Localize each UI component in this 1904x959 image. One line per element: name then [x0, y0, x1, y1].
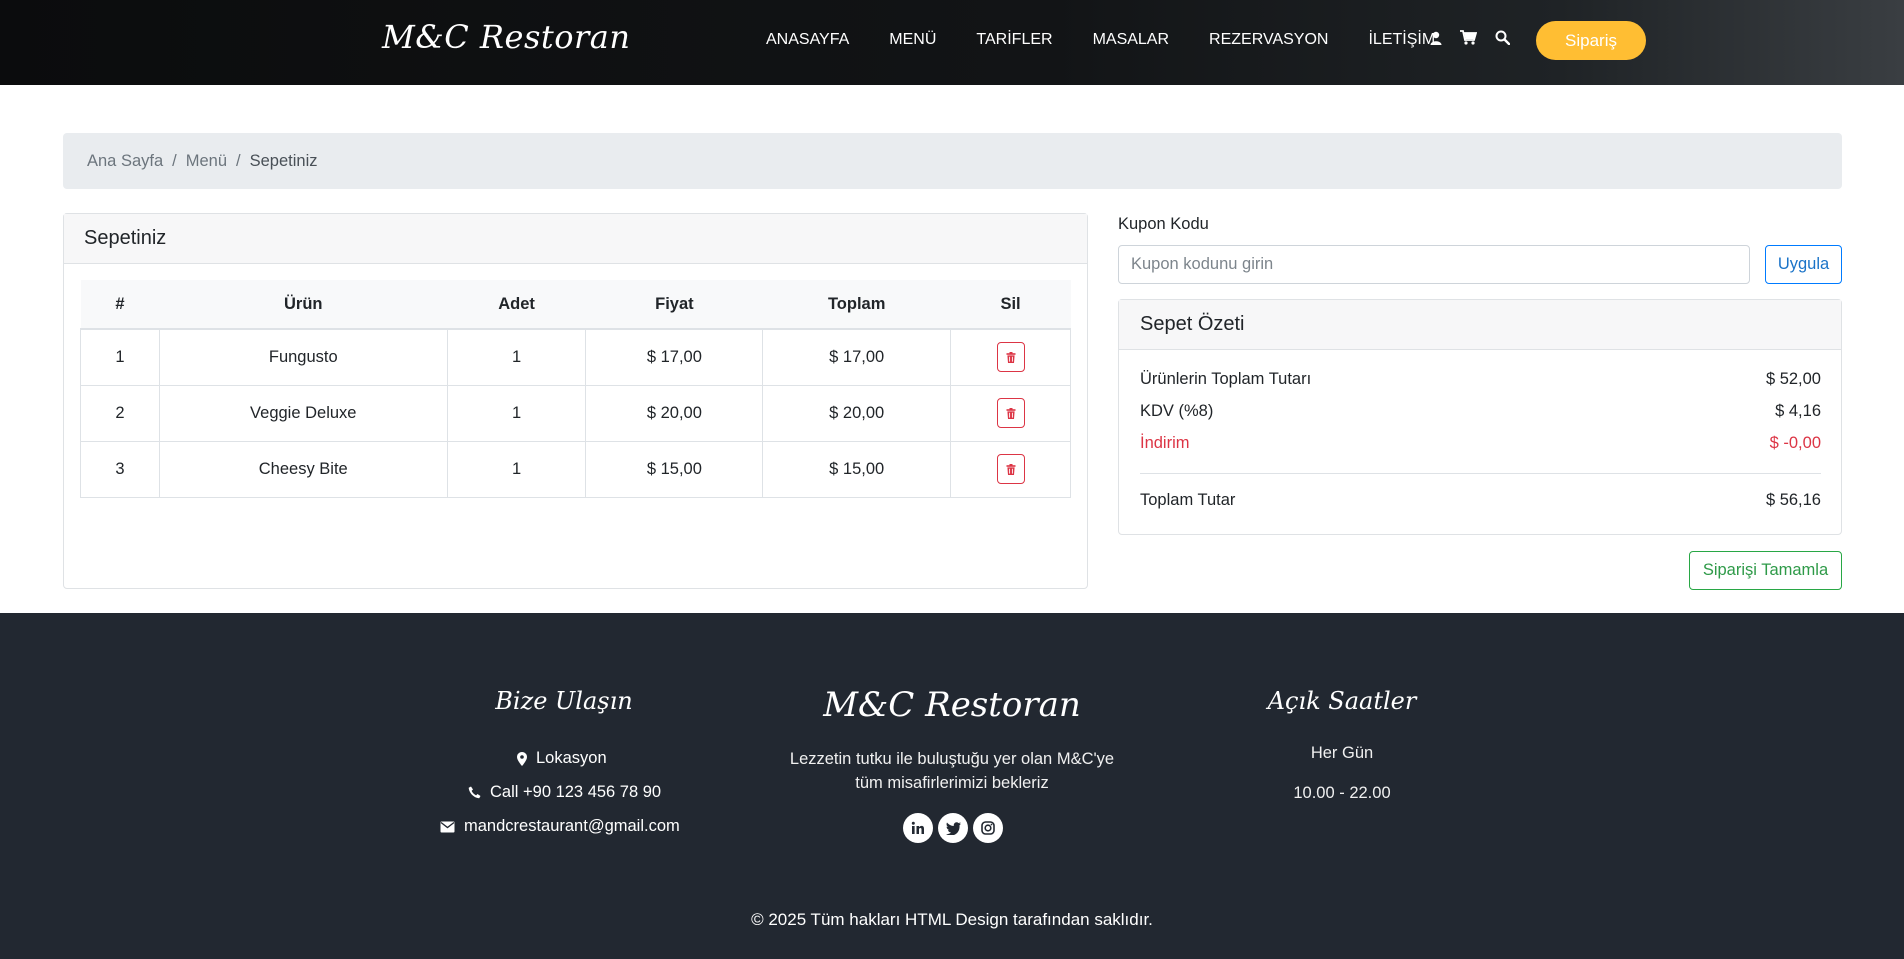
product-qty: 1: [446, 384, 587, 442]
column-header: Adet: [447, 280, 586, 330]
social-links: [903, 813, 1008, 843]
envelope-icon: [440, 821, 455, 832]
main-nav: ANASAYFA MENÜ TARİFLER MASALAR REZERVASY…: [766, 31, 1475, 49]
product-name: Cheesy Bite: [158, 440, 448, 498]
site-logo[interactable]: M&C Restoran: [382, 18, 630, 56]
cart-table-header: # Ürün Adet Fiyat Toplam Sil: [80, 280, 1071, 330]
column-header: Fiyat: [585, 280, 763, 330]
summary-card: Sepet Özeti Ürünlerin Toplam Tutarı $ 52…: [1118, 299, 1842, 535]
vat-value: $ 4,16: [1775, 402, 1821, 420]
column-header: #: [80, 280, 160, 330]
trash-icon: [1006, 351, 1016, 363]
trash-icon: [1006, 463, 1016, 475]
nav-menu[interactable]: MENÜ: [889, 31, 936, 49]
header-icons: [1430, 30, 1528, 45]
search-icon[interactable]: [1495, 30, 1510, 45]
email-link[interactable]: mandcrestaurant@gmail.com: [440, 817, 680, 836]
phone-link[interactable]: Call +90 123 456 78 90: [468, 783, 661, 802]
complete-order-button[interactable]: Siparişi Tamamla: [1689, 551, 1842, 590]
twitter-icon[interactable]: [938, 813, 968, 843]
row-number: 2: [80, 384, 160, 442]
vat-row: KDV (%8) $ 4,16: [1140, 402, 1821, 421]
product-name: Fungusto: [158, 328, 448, 386]
breadcrumb-separator: /: [172, 151, 177, 170]
grand-total-label: Toplam Tutar: [1140, 491, 1236, 509]
nav-recipes[interactable]: TARİFLER: [976, 31, 1052, 49]
email-text: mandcrestaurant@gmail.com: [464, 817, 680, 835]
user-icon[interactable]: [1430, 31, 1442, 45]
trash-icon: [1006, 407, 1016, 419]
table-row: 3 Cheesy Bite 1 $ 15,00 $ 15,00: [80, 440, 1071, 498]
hours-title: Açık Saatler: [1267, 687, 1417, 715]
location-link[interactable]: Lokasyon: [517, 749, 607, 768]
grand-total-value: $ 56,16: [1765, 491, 1821, 509]
product-price: $ 20,00: [585, 384, 764, 442]
hours-days: Her Gün: [1310, 744, 1374, 762]
breadcrumb-current: Sepetiniz: [249, 151, 318, 170]
hours-time: 10.00 - 22.00: [1293, 784, 1391, 802]
grand-total-row: Toplam Tutar $ 56,16: [1140, 491, 1821, 510]
footer-brand: M&C Restoran: [823, 685, 1081, 725]
discount-row: İndirim $ -0,00: [1140, 434, 1821, 453]
contact-title: Bize Ulaşın: [495, 687, 633, 715]
linkedin-icon[interactable]: [903, 813, 933, 843]
cart-icon[interactable]: [1460, 30, 1477, 45]
location-pin-icon: [517, 751, 527, 766]
delete-item-button[interactable]: [996, 398, 1025, 428]
cart-table: # Ürün Adet Fiyat Toplam Sil 1 Fungusto …: [80, 280, 1071, 498]
product-qty: 1: [446, 440, 587, 498]
instagram-icon[interactable]: [973, 813, 1003, 843]
cart-title: Sepetiniz: [64, 214, 1087, 264]
phone-text: Call +90 123 456 78 90: [490, 783, 662, 801]
nav-home[interactable]: ANASAYFA: [766, 31, 849, 49]
nav-tables[interactable]: MASALAR: [1093, 31, 1169, 49]
coupon-label: Kupon Kodu: [1118, 215, 1209, 233]
copyright: © 2025 Tüm hakları HTML Design tarafında…: [751, 910, 1153, 929]
delete-item-button[interactable]: [996, 342, 1025, 373]
coupon-input[interactable]: [1118, 245, 1750, 284]
cart-card: Sepetiniz # Ürün Adet Fiyat Toplam Sil 1…: [63, 213, 1088, 589]
summary-title: Sepet Özeti: [1119, 300, 1841, 350]
column-header: Toplam: [762, 280, 951, 330]
product-qty: 1: [446, 328, 587, 386]
breadcrumb: Ana Sayfa / Menü / Sepetiniz: [63, 133, 1842, 189]
site-header: M&C Restoran ANASAYFA MENÜ TARİFLER MASA…: [0, 0, 1904, 85]
product-name: Veggie Deluxe: [158, 384, 448, 442]
product-total: $ 20,00: [762, 384, 952, 442]
summary-divider: [1140, 473, 1821, 474]
phone-icon: [468, 786, 481, 799]
product-price: $ 17,00: [585, 328, 764, 386]
order-button[interactable]: Sipariş: [1536, 21, 1646, 60]
discount-value: $ -0,00: [1769, 434, 1821, 452]
breadcrumb-menu[interactable]: Menü: [186, 152, 227, 171]
product-price: $ 15,00: [585, 440, 764, 498]
site-footer: Bize Ulaşın Lokasyon Call +90 123 456 78…: [0, 613, 1904, 959]
row-number: 3: [80, 440, 160, 498]
footer-description: Lezzetin tutku ile buluştuğu yer olan M&…: [789, 750, 1115, 792]
table-row: 2 Veggie Deluxe 1 $ 20,00 $ 20,00: [80, 384, 1071, 442]
discount-label: İndirim: [1140, 434, 1190, 452]
nav-contact[interactable]: İLETİŞİM: [1368, 31, 1435, 49]
apply-coupon-button[interactable]: Uygula: [1765, 245, 1842, 284]
location-text: Lokasyon: [536, 749, 607, 767]
items-total-label: Ürünlerin Toplam Tutarı: [1140, 370, 1312, 388]
product-total: $ 15,00: [762, 440, 952, 498]
vat-label: KDV (%8): [1140, 402, 1214, 420]
items-total-row: Ürünlerin Toplam Tutarı $ 52,00: [1140, 370, 1821, 389]
row-number: 1: [80, 328, 160, 386]
nav-reservation[interactable]: REZERVASYON: [1209, 31, 1328, 49]
product-total: $ 17,00: [762, 328, 952, 386]
delete-item-button[interactable]: [996, 454, 1025, 484]
breadcrumb-home[interactable]: Ana Sayfa: [87, 152, 163, 171]
items-total-value: $ 52,00: [1765, 370, 1821, 388]
column-header: Ürün: [159, 280, 448, 330]
table-row: 1 Fungusto 1 $ 17,00 $ 17,00: [80, 328, 1071, 386]
column-header: Sil: [950, 280, 1071, 330]
breadcrumb-separator: /: [236, 151, 241, 170]
